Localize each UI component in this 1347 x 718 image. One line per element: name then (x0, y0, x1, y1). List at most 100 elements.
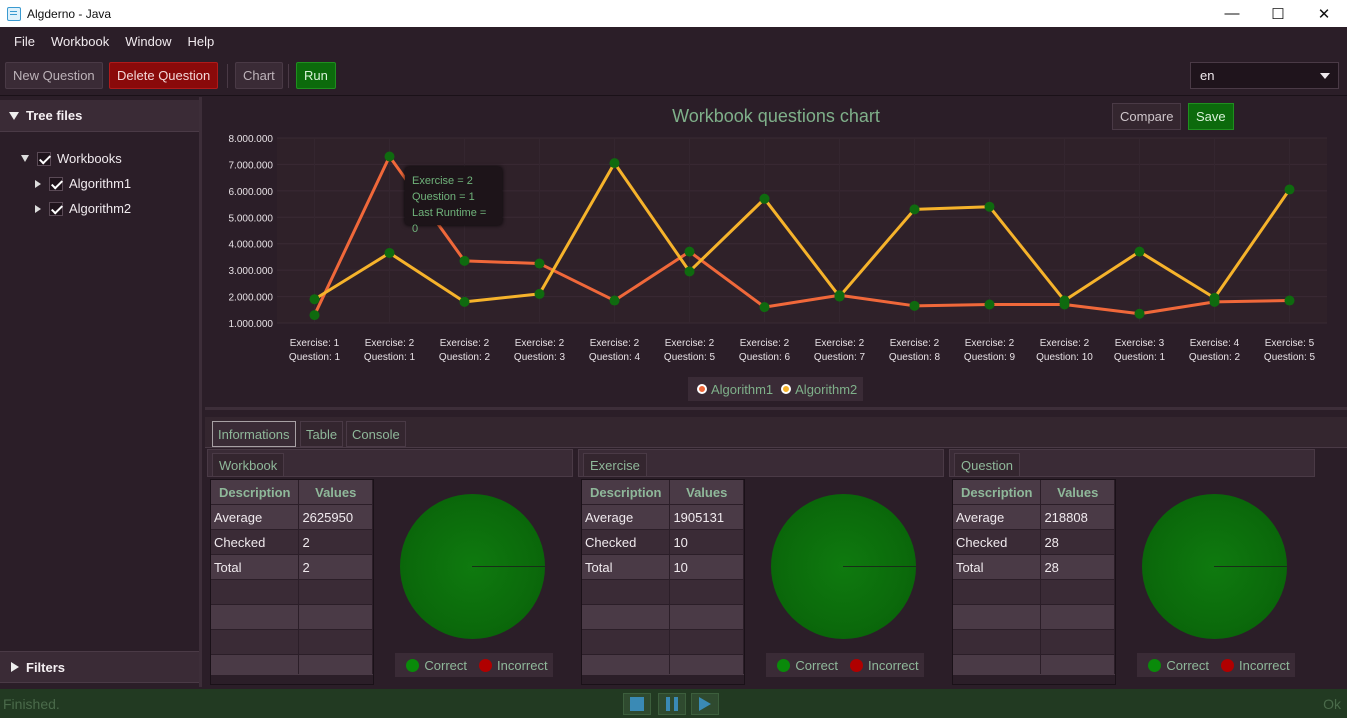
menu-file[interactable]: File (6, 34, 43, 49)
chart-pane: Workbook questions chart Compare Save 1.… (205, 97, 1347, 410)
tooltip-line: Question = 1 (412, 191, 475, 203)
x-tick-label: Exercise: 5 (1265, 338, 1315, 349)
cell: 2625950 (299, 505, 373, 529)
close-button[interactable]: ✕ (1301, 0, 1347, 27)
data-point (534, 288, 545, 299)
cell: 28 (1041, 530, 1115, 554)
data-point (309, 310, 320, 321)
workbooks-checkbox[interactable] (37, 151, 51, 166)
tab-table[interactable]: Table (300, 421, 344, 447)
play-icon (699, 697, 711, 711)
data-point (309, 294, 320, 305)
y-tick-label: 3.000.000 (229, 266, 274, 277)
legend-algorithm2: Algorithm2 (795, 381, 858, 397)
menu-window[interactable]: Window (117, 34, 179, 49)
legend-algorithm1: Algorithm1 (711, 381, 774, 397)
pie-chart (771, 494, 916, 639)
legend-algorithm2-dot (781, 384, 792, 394)
tab-console[interactable]: Console (346, 421, 406, 447)
menu-workbook[interactable]: Workbook (43, 34, 117, 49)
expand-arrow-icon[interactable] (21, 155, 29, 162)
status-ok: Ok (1323, 695, 1341, 712)
filters-title: Filters (26, 659, 66, 675)
tree-item-algorithm1[interactable]: Algorithm1 (35, 176, 131, 191)
correct-dot (777, 658, 791, 672)
tree-item-algorithm2[interactable]: Algorithm2 (35, 201, 131, 216)
pie-chart (400, 494, 545, 639)
x-tick-label: Exercise: 4 (1190, 338, 1240, 349)
table-row[interactable]: Checked 10 (582, 530, 744, 555)
col-values[interactable]: Values (299, 480, 373, 504)
pause-button[interactable] (658, 693, 686, 715)
cell: Total (582, 555, 671, 579)
col-values[interactable]: Values (1041, 480, 1115, 504)
chart-button[interactable]: Chart (235, 62, 283, 89)
data-point (684, 266, 695, 277)
cell: 28 (1041, 555, 1115, 579)
table-row[interactable]: Checked 2 (211, 530, 373, 555)
stop-button[interactable] (623, 693, 651, 715)
table-row[interactable]: Checked 28 (953, 530, 1115, 555)
filters-header[interactable]: Filters (0, 651, 199, 683)
horizontal-scrollbar[interactable] (582, 674, 744, 684)
data-point (609, 158, 620, 169)
table-row[interactable]: Total 28 (953, 555, 1115, 580)
play-button[interactable] (691, 693, 719, 715)
empty-row (582, 630, 744, 655)
legend-correct: Correct (1166, 657, 1210, 673)
tree-files-header[interactable]: Tree files (0, 100, 199, 132)
cell: 2 (299, 530, 373, 554)
empty-row (953, 580, 1115, 605)
chevron-down-icon (1320, 73, 1330, 79)
line-chart: 1.000.000 2.000.000 3.000.000 4.000.000 5.00… (229, 134, 1327, 363)
data-point (834, 291, 845, 302)
section-tab[interactable]: Exercise (583, 453, 647, 477)
table-row[interactable]: Total 10 (582, 555, 744, 580)
delete-question-button[interactable]: Delete Question (109, 62, 219, 89)
data-point (459, 296, 470, 307)
horizontal-scrollbar[interactable] (953, 674, 1115, 684)
status-text: Finished. (3, 695, 60, 712)
menu-help[interactable]: Help (180, 34, 223, 49)
tree-item-workbooks[interactable]: Workbooks (21, 151, 122, 166)
table-row[interactable]: Total 2 (211, 555, 373, 580)
cell: 218808 (1041, 505, 1115, 529)
x-tick-label: Question: 7 (814, 352, 866, 363)
new-question-button[interactable]: New Question (5, 62, 103, 89)
x-tick-label: Exercise: 2 (815, 338, 865, 349)
table-row[interactable]: Average 1905131 (582, 505, 744, 530)
stats-table: Description Values Average 1905131 Checked… (581, 479, 745, 685)
language-select[interactable]: en (1190, 62, 1339, 89)
tab-informations[interactable]: Informations (212, 421, 296, 447)
menu-bar: File Workbook Window Help (0, 27, 1347, 55)
section-tab[interactable]: Workbook (212, 453, 285, 477)
empty-row (582, 605, 744, 630)
horizontal-scrollbar[interactable] (211, 674, 373, 684)
table-row[interactable]: Average 218808 (953, 505, 1115, 530)
x-tick-label: Question: 6 (739, 352, 791, 363)
minimize-button[interactable]: — (1209, 0, 1255, 27)
data-point (909, 300, 920, 311)
col-description[interactable]: Description (953, 480, 1042, 504)
expand-arrow-icon[interactable] (35, 179, 41, 188)
run-button[interactable]: Run (296, 62, 336, 89)
section-header: Exercise (578, 449, 944, 477)
col-description[interactable]: Description (582, 480, 671, 504)
maximize-button[interactable]: ☐ (1255, 0, 1301, 27)
tree-item-label: Workbooks (57, 151, 122, 166)
algorithm2-checkbox[interactable] (49, 201, 63, 216)
legend-algorithm1-dot (697, 384, 707, 394)
cell: Total (211, 555, 300, 579)
legend-incorrect: Incorrect (1239, 657, 1290, 673)
x-tick-label: Exercise: 2 (890, 338, 940, 349)
table-row[interactable]: Average 2625950 (211, 505, 373, 530)
algorithm1-checkbox[interactable] (49, 176, 63, 191)
x-tick-label: Question: 10 (1036, 352, 1093, 363)
section-tab[interactable]: Question (954, 453, 1021, 477)
col-values[interactable]: Values (670, 480, 744, 504)
cell: Average (211, 505, 300, 529)
empty-row (953, 630, 1115, 655)
expand-arrow-icon[interactable] (35, 204, 41, 213)
left-pane: Tree files Workbooks Algorithm1 Algorith… (0, 97, 202, 687)
col-description[interactable]: Description (211, 480, 300, 504)
